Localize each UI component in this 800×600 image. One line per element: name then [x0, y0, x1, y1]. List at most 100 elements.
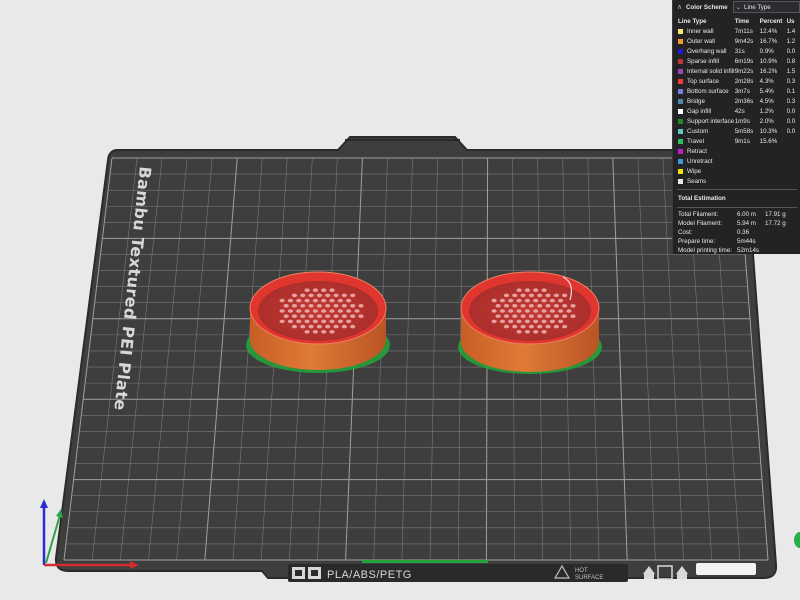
collapse-eye-icon[interactable]: ∧ — [677, 3, 686, 11]
line-type-row[interactable]: Retract — [673, 146, 800, 156]
line-type-row[interactable]: Seams — [673, 176, 800, 186]
line-type-row[interactable]: Bridge 2m36s 4.5% 0.3 — [673, 96, 800, 106]
infill-hole — [508, 309, 514, 313]
color-swatch[interactable] — [678, 88, 683, 94]
color-swatch[interactable] — [678, 138, 683, 144]
infill-hole — [325, 293, 331, 298]
color-swatch[interactable] — [678, 148, 683, 154]
infill-hole — [541, 309, 547, 313]
line-type-row[interactable]: Bottom surface 3m7s 5.4% 0.1 — [673, 86, 800, 96]
line-type-name: Support interface — [687, 117, 735, 125]
infill-hole — [325, 304, 331, 308]
color-swatch[interactable] — [678, 68, 683, 74]
infill-hole — [279, 309, 285, 313]
line-type-row[interactable]: Unretract — [673, 156, 800, 166]
color-swatch[interactable] — [678, 178, 683, 184]
line-type-time: 42s — [734, 107, 745, 115]
infill-hole — [516, 288, 522, 293]
color-swatch[interactable] — [678, 128, 683, 134]
line-type-time: 9m22s — [734, 67, 754, 75]
color-swatch[interactable] — [678, 108, 683, 114]
infill-hole — [553, 324, 559, 329]
line-type-percent: 10.9% — [759, 57, 778, 65]
color-swatch[interactable] — [678, 38, 683, 44]
estimation-row: Prepare time: 5m44s — [673, 237, 800, 246]
line-type-time: 5m58s — [734, 127, 754, 135]
line-type-name: Gap infill — [687, 107, 712, 115]
infill-hole — [503, 293, 510, 298]
infill-hole — [325, 314, 331, 319]
view-mode-dropdown[interactable]: ⌄ Line Type — [733, 1, 800, 13]
infill-hole — [329, 309, 335, 313]
estimation-key: Prepare time: — [678, 238, 716, 245]
infill-hole — [512, 304, 518, 308]
line-type-row[interactable]: Wipe — [673, 166, 800, 176]
infill-hole — [570, 304, 576, 308]
infill-hole — [312, 288, 318, 293]
infill-hole — [337, 309, 343, 313]
color-swatch[interactable] — [678, 158, 683, 164]
line-type-row[interactable]: Sparse infill 6m19s 10.9% 0.8 — [673, 56, 800, 66]
line-type-time: 9m1s — [734, 137, 750, 145]
line-type-row[interactable]: Inner wall 7m11s 12.4% 1.4 — [673, 26, 800, 36]
line-type-row[interactable]: Top surface 2m28s 4.3% 0.3 — [673, 76, 800, 86]
infill-hole — [533, 298, 539, 303]
infill-hole — [562, 314, 568, 319]
line-type-row[interactable]: Internal solid infill 9m22s 16.2% 1.5 — [673, 66, 800, 76]
color-scheme-title: Color Scheme — [686, 3, 728, 11]
build-plate[interactable] — [54, 136, 778, 579]
infill-hole — [316, 314, 322, 319]
line-type-percent: 16.2% — [759, 67, 778, 75]
color-swatch[interactable] — [678, 168, 683, 174]
line-type-usage: 0.3 — [786, 77, 796, 85]
infill-hole — [325, 324, 331, 329]
color-swatch[interactable] — [678, 28, 683, 34]
infill-hole — [528, 304, 535, 308]
hot-surface-line2: SURFACE — [575, 575, 603, 581]
line-type-name: Internal solid infill — [687, 67, 735, 75]
infill-hole — [341, 314, 347, 319]
estimation-row: Model printing time: 52m14s — [673, 246, 800, 254]
infill-hole — [562, 304, 568, 308]
infill-hole — [495, 304, 501, 308]
infill-hole — [524, 298, 531, 303]
line-type-usage: 0.1 — [786, 87, 796, 95]
line-type-row[interactable]: Gap infill 42s 1.2% 0.0 — [673, 106, 800, 116]
color-swatch[interactable] — [678, 48, 683, 54]
line-type-percent: 2.0% — [759, 117, 774, 125]
color-scheme-panel[interactable]: ∧ Color Scheme ⌄ Line Type Line Type Tim… — [672, 0, 800, 254]
line-type-time: 7m11s — [734, 27, 753, 35]
infill-hole — [562, 324, 568, 329]
estimation-row: Model Filament: 5.94 m 17.72 g — [673, 219, 800, 228]
line-type-row[interactable]: Travel 9m1s 15.6% — [673, 136, 800, 146]
line-type-percent: 0.9% — [759, 47, 774, 55]
line-type-name: Bottom surface — [687, 87, 729, 95]
infill-hole — [533, 288, 539, 293]
infill-hole — [537, 314, 543, 319]
infill-holes-right — [491, 288, 576, 334]
line-type-percent: 16.7% — [759, 37, 778, 45]
color-swatch[interactable] — [678, 58, 683, 64]
color-swatch[interactable] — [678, 118, 683, 124]
infill-hole — [541, 288, 547, 293]
line-type-row[interactable]: Overhang wall 31s 0.9% 0.0 — [673, 46, 800, 56]
infill-hole — [316, 304, 322, 308]
line-type-row[interactable]: Support interface 1m9s 2.0% 0.0 — [673, 116, 800, 126]
infill-hole — [549, 298, 555, 303]
line-type-row[interactable]: Custom 5m58s 10.3% 0.0 — [673, 126, 800, 136]
infill-hole — [558, 298, 564, 303]
infill-hole — [304, 309, 310, 313]
infill-hole — [533, 330, 539, 334]
infill-hole — [300, 304, 306, 308]
color-swatch[interactable] — [678, 98, 683, 104]
infill-hole — [558, 319, 564, 324]
infill-hole — [333, 314, 339, 319]
line-type-row[interactable]: Outer wall 9m42s 16.7% 1.2 — [673, 36, 800, 46]
color-swatch[interactable] — [678, 78, 683, 84]
printed-part-right[interactable] — [458, 271, 602, 374]
printed-part-left[interactable] — [246, 271, 390, 373]
infill-holes-left — [279, 288, 364, 334]
line-type-name: Seams — [687, 177, 707, 185]
col-time: Time — [734, 17, 750, 25]
estimation-key: Cost: — [678, 229, 693, 236]
